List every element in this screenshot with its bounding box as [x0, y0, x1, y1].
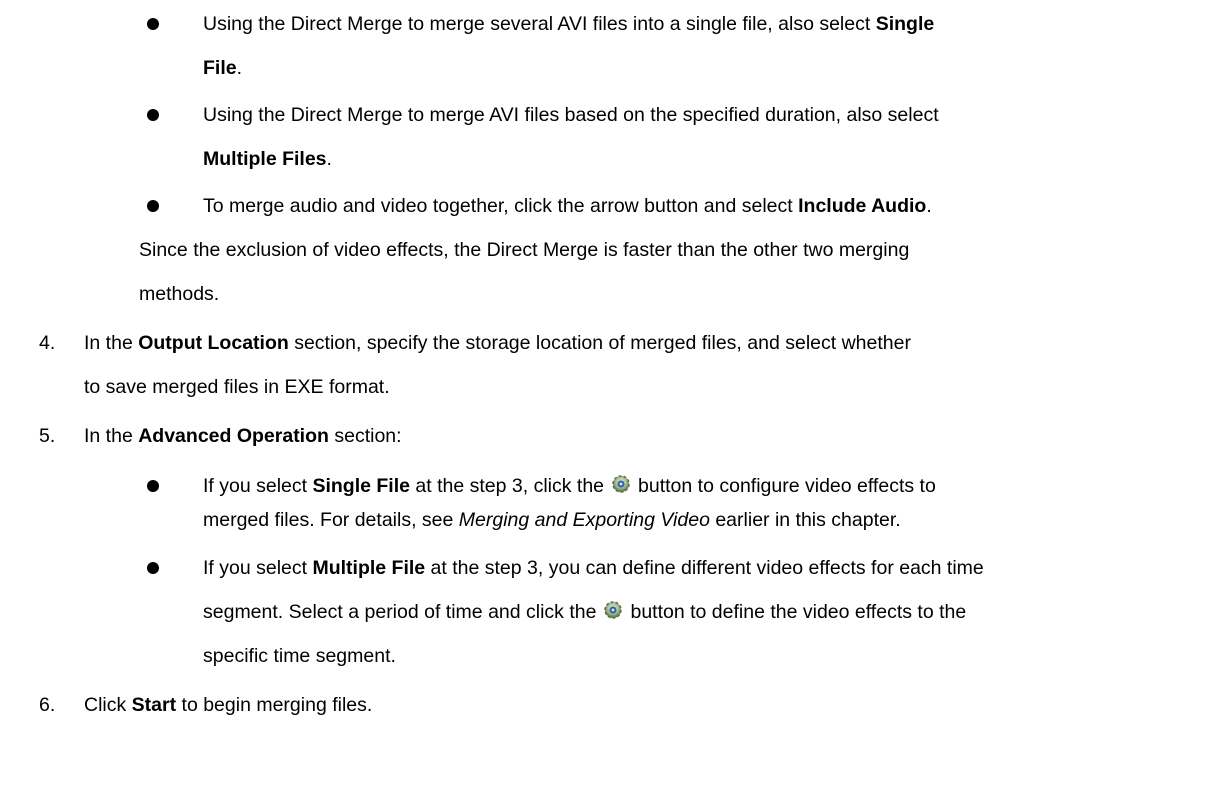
text: methods. [139, 283, 220, 305]
text: to begin merging files. [176, 694, 373, 716]
text: . [926, 195, 932, 217]
bullet-3-line-1: To merge audio and video together, click… [203, 189, 932, 223]
text: specific time segment. [203, 645, 396, 667]
bold-term: Single [875, 13, 935, 35]
bullet-dot [147, 562, 159, 574]
gear-settings-icon [610, 472, 632, 494]
bullet-5-line-1: If you select Multiple File at the step … [203, 551, 984, 585]
step-4-line-2: to save merged files in EXE format. [84, 370, 390, 404]
bullet-1-line-2: File. [203, 51, 242, 85]
gear-settings-icon [602, 598, 624, 620]
step-5-line: In the Advanced Operation section: [84, 419, 402, 453]
step-5-number: 5. [39, 425, 56, 447]
step-4-line-1: In the Output Location section, specify … [84, 326, 911, 360]
text: Since the exclusion of video effects, th… [139, 239, 910, 261]
bullet-3-line-2: Since the exclusion of video effects, th… [139, 233, 909, 267]
bullet-2-line-1: Using the Direct Merge to merge AVI file… [203, 98, 939, 132]
bold-term: Include Audio [798, 195, 927, 217]
bold-term: Multiple File [312, 557, 426, 579]
text: If you select [203, 557, 313, 579]
bullet-5-line-2: segment. Select a period of time and cli… [203, 595, 966, 629]
text: button to define the video effects to th… [630, 601, 967, 623]
bullet-5-line-3: specific time segment. [203, 639, 396, 673]
bullet-2-line-2: Multiple Files. [203, 142, 332, 176]
text: To merge audio and video together, click… [203, 195, 799, 217]
italic-reference: Merging and Exporting Video [458, 509, 710, 531]
bullet-dot [147, 200, 159, 212]
bold-term: Advanced Operation [138, 425, 329, 447]
bullet-4-line-1: If you select Single File at the step 3,… [203, 469, 936, 503]
text: Using the Direct Merge to merge AVI file… [203, 104, 939, 126]
bullet-dot [147, 109, 159, 121]
bullet-dot [147, 18, 159, 30]
text: . [236, 57, 243, 79]
text: If you select [203, 475, 313, 497]
step-6-number: 6. [39, 694, 56, 716]
bullet-dot [147, 480, 159, 492]
bold-term: Multiple Files [203, 148, 327, 170]
bold-term: Output Location [138, 332, 289, 354]
bullet-1-line-1: Using the Direct Merge to merge several … [203, 7, 934, 41]
text: segment. Select a period of time and cli… [203, 601, 597, 623]
text: at the step 3, click the [410, 475, 605, 497]
text: to save merged files in EXE format. [84, 376, 390, 398]
text: merged files. For details, see [203, 509, 459, 531]
text: button to configure video effects to [638, 475, 936, 497]
text: at the step 3, you can define different … [425, 557, 984, 579]
text: earlier in this chapter. [709, 509, 901, 531]
bullet-4-line-2: merged files. For details, see Merging a… [203, 503, 901, 537]
text: In the [84, 332, 139, 354]
text: . [326, 148, 332, 170]
text: Using the Direct Merge to merge several … [203, 13, 876, 35]
text: In the [84, 425, 139, 447]
bullet-3-line-3: methods. [139, 277, 219, 311]
bold-term: File [203, 57, 237, 79]
bold-term: Single File [312, 475, 410, 497]
text: section, specify the storage location of… [288, 332, 911, 354]
text: Click [84, 694, 132, 716]
step-4-number: 4. [39, 332, 56, 354]
step-6-line: Click Start to begin merging files. [84, 688, 372, 722]
text: section: [328, 425, 402, 447]
bold-term: Start [131, 694, 177, 716]
